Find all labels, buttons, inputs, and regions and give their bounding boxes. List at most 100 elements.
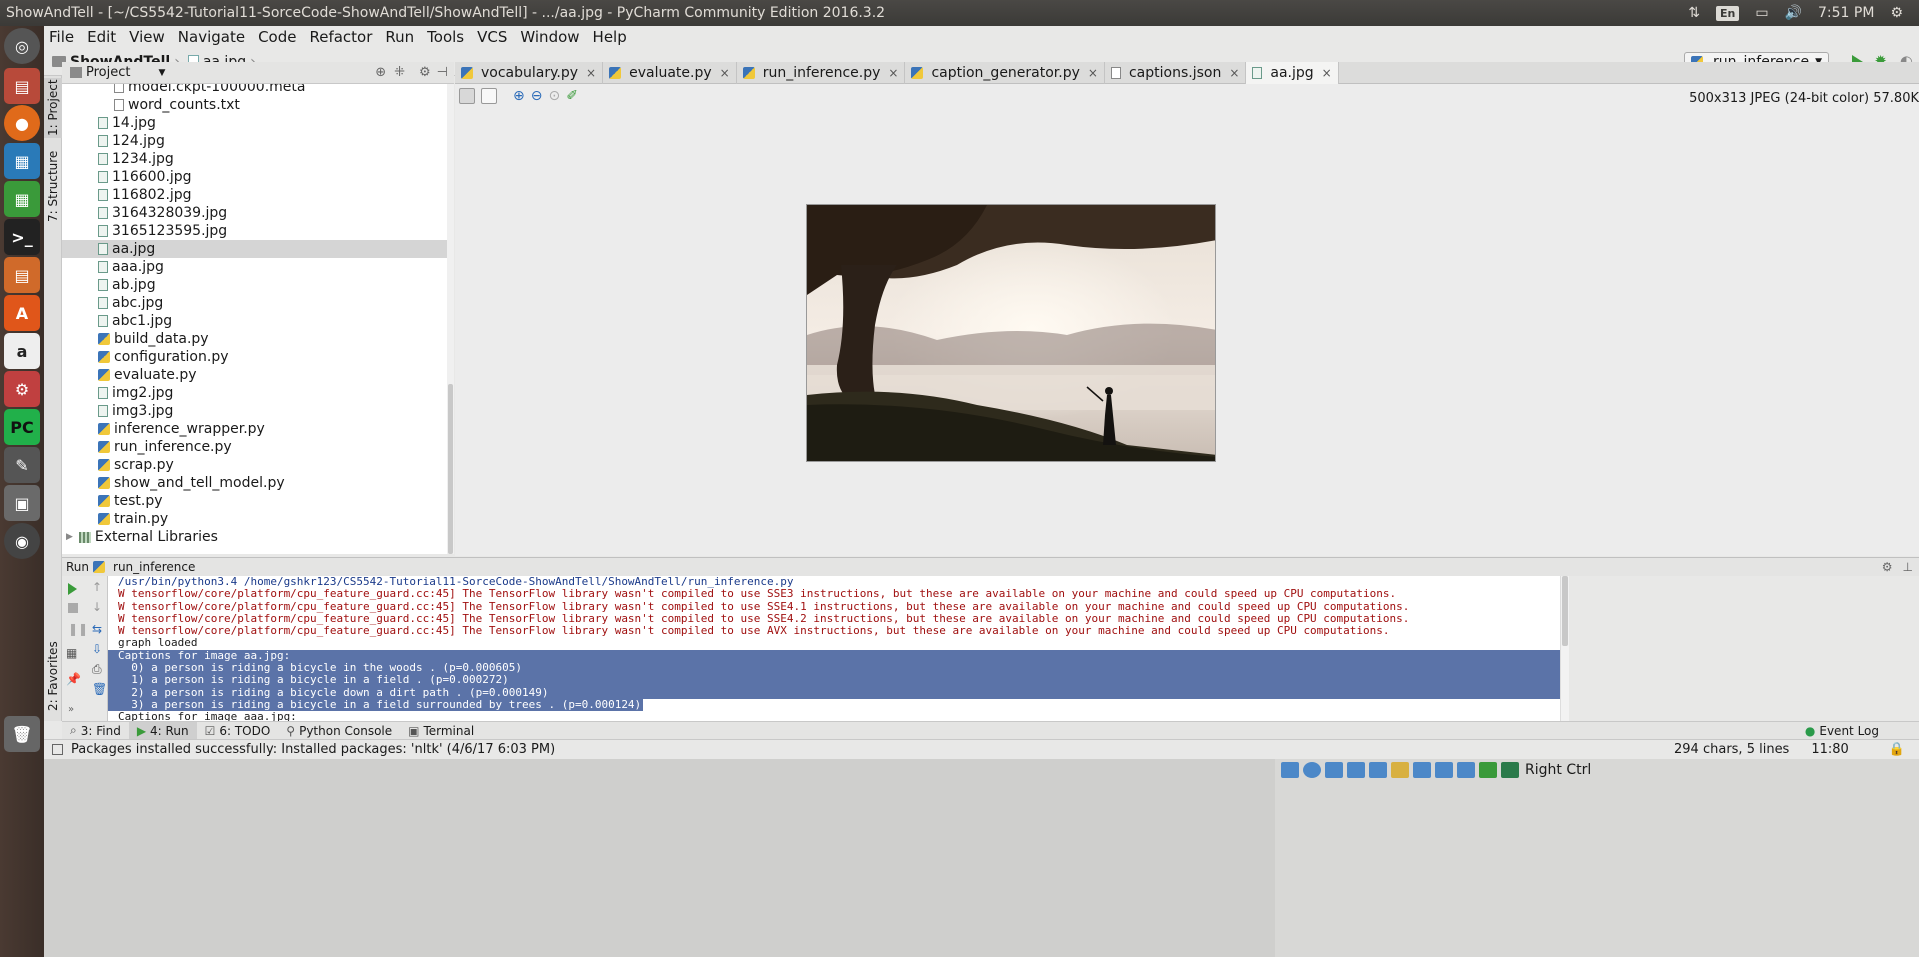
tree-item[interactable]: configuration.py <box>62 348 454 366</box>
network-adapter-icon[interactable] <box>1347 762 1365 778</box>
menu-file[interactable]: File <box>44 28 82 46</box>
menu-window[interactable]: Window <box>515 28 587 46</box>
scroll-up-icon[interactable]: ↑ <box>92 580 102 594</box>
tree-item[interactable]: train.py <box>62 510 454 528</box>
menu-code[interactable]: Code <box>253 28 304 46</box>
close-icon[interactable]: × <box>888 66 898 80</box>
tree-item[interactable]: 3165123595.jpg <box>62 222 454 240</box>
project-panel-title[interactable]: Project <box>86 65 130 80</box>
zoom-in-icon[interactable]: ⊕ <box>513 88 525 104</box>
audio-icon[interactable] <box>1325 762 1343 778</box>
terminal-app-icon[interactable]: >_ <box>4 219 40 255</box>
bottom-tab[interactable]: ⚲ Python Console <box>278 722 400 740</box>
chessboard-icon[interactable] <box>481 88 497 104</box>
tool-windows-icon[interactable] <box>52 744 63 755</box>
editor-tab[interactable]: caption_generator.py × <box>905 62 1105 84</box>
menu-vcs[interactable]: VCS <box>472 28 515 46</box>
color-picker-icon[interactable]: ✐ <box>566 88 578 104</box>
bottom-tab[interactable]: ⌕ 3: Find <box>62 722 129 740</box>
tree-item[interactable]: build_data.py <box>62 330 454 348</box>
editor-tab[interactable]: run_inference.py × <box>737 62 906 84</box>
usb-icon[interactable] <box>1369 762 1387 778</box>
menu-view[interactable]: View <box>124 28 173 46</box>
chevron-down-icon[interactable]: ▼ <box>158 68 165 78</box>
zoom-out-icon[interactable]: ⊖ <box>531 88 543 104</box>
tree-item[interactable]: model.ckpt-100000.meta <box>62 84 454 96</box>
tree-item[interactable]: abc1.jpg <box>62 312 454 330</box>
hide-icon[interactable]: ⊣ <box>437 65 448 80</box>
amazon-icon[interactable]: a <box>4 333 40 369</box>
editor-tab[interactable]: evaluate.py × <box>603 62 737 84</box>
tree-item[interactable]: 1234.jpg <box>62 150 454 168</box>
pause-icon[interactable]: ❚❚ <box>68 622 88 636</box>
pycharm-icon[interactable]: PC <box>4 409 40 445</box>
lock-icon[interactable]: 🔒 <box>1889 742 1905 757</box>
console-scrollbar[interactable] <box>1560 576 1569 721</box>
run-config-tab[interactable]: run_inference <box>113 560 195 574</box>
tree-item[interactable]: word_counts.txt <box>62 96 454 114</box>
hide-panel-icon[interactable]: ⊥ <box>1903 560 1913 574</box>
soft-wrap-icon[interactable]: ⇆ <box>92 622 102 636</box>
more-icon[interactable]: » <box>68 704 74 715</box>
text-editor-icon[interactable]: ✎ <box>4 447 40 483</box>
battery-icon[interactable]: ▭ <box>1755 5 1768 21</box>
software-center-icon[interactable]: A <box>4 295 40 331</box>
run-console[interactable]: /usr/bin/python3.4 /home/gshkr123/CS5542… <box>108 576 1560 721</box>
tree-item[interactable]: run_inference.py <box>62 438 454 456</box>
vt-x-icon[interactable] <box>1479 762 1497 778</box>
restore-layout-icon[interactable]: ▦ <box>66 646 77 660</box>
pin-icon[interactable]: 📌 <box>66 672 81 686</box>
settings-gear-icon[interactable]: ⚙ <box>1890 5 1903 21</box>
scroll-down-icon[interactable]: ↓ <box>92 600 102 614</box>
tree-item[interactable]: evaluate.py <box>62 366 454 384</box>
tree-item[interactable]: aaa.jpg <box>62 258 454 276</box>
close-icon[interactable]: × <box>1322 66 1332 80</box>
dash-icon[interactable]: ◎ <box>4 28 40 64</box>
disc-icon[interactable]: ◉ <box>4 523 40 559</box>
scroll-from-source-icon[interactable]: ⊕ <box>375 65 386 80</box>
tree-item[interactable]: abc.jpg <box>62 294 454 312</box>
keyboard-layout[interactable]: En <box>1715 5 1740 21</box>
network-icon[interactable]: ⇅ <box>1688 5 1700 21</box>
stop-button[interactable] <box>68 603 78 613</box>
close-icon[interactable]: × <box>586 66 596 80</box>
gear-icon[interactable]: ⚙ <box>419 65 431 80</box>
bottom-tab[interactable]: ☑ 6: TODO <box>197 722 279 740</box>
optical-drive-icon[interactable] <box>1303 762 1321 778</box>
files-icon[interactable]: ▤ <box>4 68 40 104</box>
print-icon[interactable]: ⎙ <box>92 662 102 677</box>
tree-item[interactable]: img3.jpg <box>62 402 454 420</box>
editor-tab[interactable]: captions.json × <box>1105 62 1247 84</box>
shared-folder-icon[interactable] <box>1391 762 1409 778</box>
tree-item[interactable]: ▶ External Libraries <box>62 528 454 546</box>
status-message[interactable]: Packages installed successfully: Install… <box>71 742 555 757</box>
scroll-end-icon[interactable]: ⇩ <box>92 642 102 656</box>
video-capture-icon[interactable] <box>1435 762 1453 778</box>
caret-position[interactable]: 11:80 <box>1811 742 1848 757</box>
volume-icon[interactable]: 🔊 <box>1785 5 1802 21</box>
cpu-icon[interactable] <box>1457 762 1475 778</box>
tree-item[interactable]: 116600.jpg <box>62 168 454 186</box>
tree-scroll-thumb[interactable] <box>448 384 453 554</box>
image-viewer-icon[interactable]: ▣ <box>4 485 40 521</box>
bottom-tab[interactable]: ▶ 4: Run <box>128 721 197 740</box>
close-icon[interactable]: × <box>1229 66 1239 80</box>
tree-item[interactable]: ab.jpg <box>62 276 454 294</box>
gear-icon[interactable]: ⚙ <box>1882 560 1893 574</box>
tree-item[interactable]: 3164328039.jpg <box>62 204 454 222</box>
tree-item[interactable]: inference_wrapper.py <box>62 420 454 438</box>
tree-item[interactable]: 124.jpg <box>62 132 454 150</box>
tree-scrollbar[interactable] <box>447 84 454 554</box>
tree-item[interactable]: show_and_tell_model.py <box>62 474 454 492</box>
menu-refactor[interactable]: Refactor <box>304 28 380 46</box>
clear-all-icon[interactable]: 🗑 <box>92 682 107 696</box>
close-icon[interactable]: × <box>1088 66 1098 80</box>
rerun-button[interactable] <box>68 583 77 595</box>
tree-item[interactable]: img2.jpg <box>62 384 454 402</box>
menu-run[interactable]: Run <box>380 28 422 46</box>
firefox-icon[interactable]: ● <box>4 105 40 141</box>
event-log-tab[interactable]: ● Event Log <box>1805 724 1879 738</box>
bottom-tab[interactable]: ▣ Terminal <box>400 722 482 740</box>
actual-size-icon[interactable]: ⊙ <box>548 88 560 104</box>
tree-item[interactable]: 116802.jpg <box>62 186 454 204</box>
